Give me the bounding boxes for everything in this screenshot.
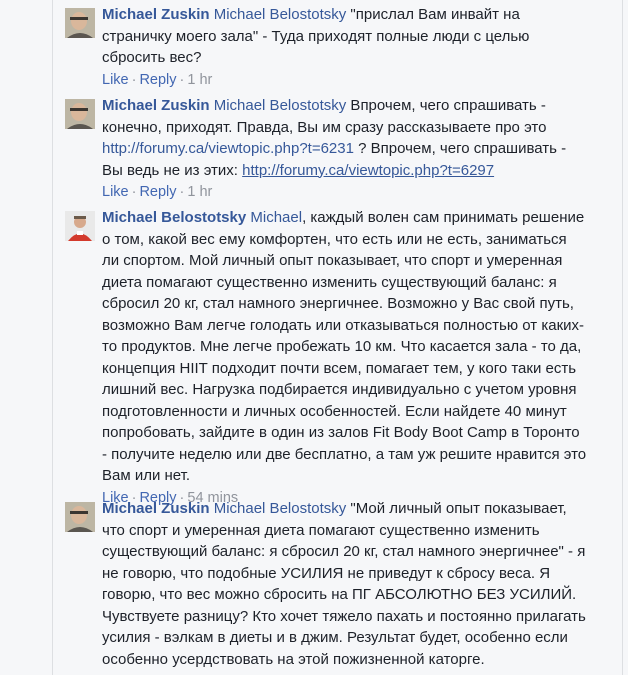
separator: · [131, 184, 137, 200]
comment-actions: Like · Reply · 1 hr [102, 69, 587, 91]
comment-time[interactable]: 1 hr [187, 184, 212, 200]
comment-link[interactable]: http://forumy.ca/viewtopic.php?t=6297 [242, 162, 494, 179]
comment-text: , каждый волен сам принимать решение о т… [102, 209, 587, 484]
avatar[interactable] [65, 502, 95, 532]
comment-author[interactable]: Michael Zuskin [102, 6, 210, 23]
comment-body: Michael Zuskin Michael Belostotsky Впроч… [102, 95, 587, 203]
thread-line [52, 0, 53, 675]
avatar[interactable] [65, 99, 95, 129]
separator: · [179, 184, 185, 200]
comment-time[interactable]: 1 hr [187, 72, 212, 88]
comment-body: Michael Belostotsky Michael, каждый воле… [102, 207, 587, 509]
reply-button[interactable]: Reply [139, 184, 176, 200]
comment-thread: Michael Zuskin Michael Belostotsky "прис… [0, 0, 628, 675]
comment-link[interactable]: http://forumy.ca/viewtopic.php?t=6231 [102, 140, 354, 157]
reply-button[interactable]: Reply [139, 72, 176, 88]
avatar-image [65, 502, 95, 532]
comment-text: "Мой личный опыт показывает, что спорт и… [102, 500, 586, 668]
comment-body: Michael Zuskin Michael Belostotsky "Мой … [102, 498, 587, 670]
comment-author[interactable]: Michael Belostotsky [102, 209, 246, 226]
comment-author[interactable]: Michael Zuskin [102, 97, 210, 114]
avatar[interactable] [65, 8, 95, 38]
thread-border [622, 0, 623, 675]
separator: · [131, 71, 137, 88]
comment-mention[interactable]: Michael Belostotsky [214, 500, 347, 517]
avatar-image [65, 8, 95, 38]
like-button[interactable]: Like [102, 72, 129, 88]
comment-mention[interactable]: Michael [250, 209, 302, 226]
avatar-image [65, 211, 95, 241]
comment-mention[interactable]: Michael Belostotsky [214, 97, 347, 114]
comment-mention[interactable]: Michael Belostotsky [214, 6, 347, 23]
comment-author[interactable]: Michael Zuskin [102, 500, 210, 517]
avatar-image [65, 99, 95, 129]
like-button[interactable]: Like [102, 184, 129, 200]
comment-actions: Like · Reply · 1 hr [102, 181, 587, 203]
avatar[interactable] [65, 211, 95, 241]
comment-body: Michael Zuskin Michael Belostotsky "прис… [102, 4, 587, 91]
separator: · [179, 71, 185, 88]
